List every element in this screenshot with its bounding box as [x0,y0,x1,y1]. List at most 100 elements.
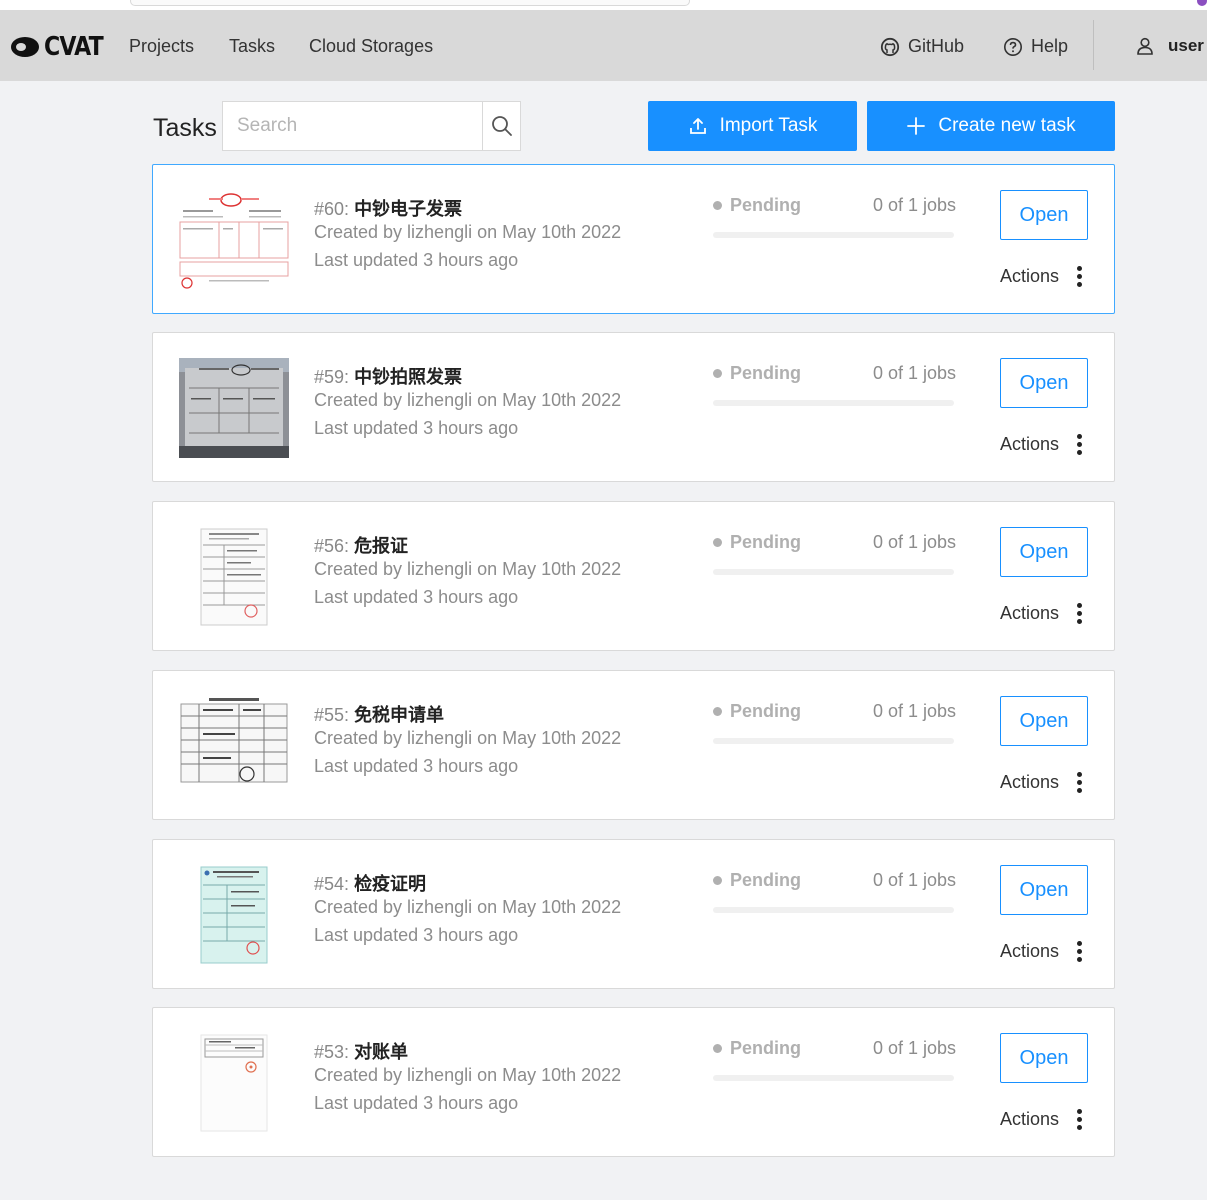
status-dot-icon [713,538,722,547]
import-task-button[interactable]: Import Task [648,101,857,151]
nav-projects[interactable]: Projects [129,36,194,57]
nav-tasks[interactable]: Tasks [229,36,275,57]
task-actions-menu[interactable]: Actions [1000,1109,1083,1130]
task-preview-image[interactable] [179,527,289,627]
search-button[interactable] [482,102,520,150]
task-actions-menu[interactable]: Actions [1000,603,1083,624]
task-status: Pending [713,870,801,891]
task-progress-bar [713,738,954,744]
header-divider [1093,20,1094,70]
task-id: #56: [314,536,350,556]
more-vertical-icon [1077,603,1083,624]
open-task-button[interactable]: Open [1000,865,1088,915]
jobs-count: 0 of 1 jobs [873,701,957,721]
task-name[interactable]: 中钞拍照发票 [354,367,462,387]
open-task-button[interactable]: Open [1000,696,1088,746]
actions-label: Actions [1000,1109,1060,1129]
create-task-button[interactable]: Create new task [867,101,1115,151]
search-icon [491,116,512,136]
task-id: #54: [314,874,350,894]
jobs-count: 0 of 1 jobs [873,532,957,552]
status-label: Pending [730,363,801,383]
more-vertical-icon [1077,434,1083,455]
task-title: #53: 对账单 [314,1038,408,1064]
task-card: #54: 检疫证明 Created by lizhengli on May 10… [152,839,1115,989]
task-card: #59: 中钞拍照发票 Created by lizhengli on May … [152,332,1115,482]
task-preview-image[interactable] [179,865,289,965]
github-label: GitHub [908,36,965,56]
open-task-button[interactable]: Open [1000,190,1088,240]
open-task-button[interactable]: Open [1000,1033,1088,1083]
task-search [222,101,521,151]
task-created: Created by lizhengli on May 10th 2022 [314,559,622,579]
task-actions-menu[interactable]: Actions [1000,772,1083,793]
status-dot-icon [713,1044,722,1053]
github-link[interactable]: GitHub [880,36,964,57]
more-vertical-icon [1077,941,1083,962]
task-actions-menu[interactable]: Actions [1000,266,1083,287]
open-task-button[interactable]: Open [1000,358,1088,408]
jobs-count: 0 of 1 jobs [873,363,957,383]
task-updated: Last updated 3 hours ago [314,250,519,270]
browser-profile-icon[interactable] [1197,0,1207,6]
status-label: Pending [730,870,801,890]
task-name[interactable]: 免税申请单 [354,705,444,725]
task-name[interactable]: 对账单 [354,1042,408,1062]
search-input[interactable] [223,102,482,150]
status-dot-icon [713,369,722,378]
status-label: Pending [730,701,801,721]
task-progress-bar [713,907,954,913]
task-title: #59: 中钞拍照发票 [314,363,462,389]
actions-label: Actions [1000,603,1060,623]
task-updated: Last updated 3 hours ago [314,1093,519,1113]
task-progress-bar [713,569,954,575]
task-preview-image[interactable] [179,1033,289,1133]
task-actions-menu[interactable]: Actions [1000,434,1083,455]
task-name[interactable]: 中钞电子发票 [354,199,462,219]
task-status: Pending [713,363,801,384]
task-preview-image[interactable] [179,696,289,796]
task-progress-bar [713,1075,954,1081]
task-updated: Last updated 3 hours ago [314,418,519,438]
task-updated: Last updated 3 hours ago [314,756,519,776]
more-vertical-icon [1077,266,1083,287]
task-title: #56: 危报证 [314,532,408,558]
status-label: Pending [730,1038,801,1058]
cvat-logo[interactable]: CVAT [10,32,113,62]
task-name[interactable]: 危报证 [354,536,408,556]
actions-label: Actions [1000,772,1060,792]
task-updated: Last updated 3 hours ago [314,925,519,945]
browser-strip [0,0,1207,10]
task-card: #55: 免税申请单 Created by lizhengli on May 1… [152,670,1115,820]
user-icon [1137,37,1153,55]
task-id: #53: [314,1042,350,1062]
task-title: #55: 免税申请单 [314,701,444,727]
github-icon [880,37,900,56]
user-menu[interactable]: user [1136,36,1204,56]
task-preview-image[interactable] [179,190,289,290]
task-actions-menu[interactable]: Actions [1000,941,1083,962]
status-dot-icon [713,707,722,716]
nav-cloud-storages[interactable]: Cloud Storages [309,36,433,57]
jobs-count: 0 of 1 jobs [873,195,957,215]
help-label: Help [1031,36,1069,56]
help-icon [1004,37,1022,56]
task-status: Pending [713,1038,801,1059]
task-title: #54: 检疫证明 [314,870,426,896]
open-task-button[interactable]: Open [1000,527,1088,577]
app-header: CVAT Projects Tasks Cloud Storages GitHu… [0,10,1207,81]
task-card: #56: 危报证 Created by lizhengli on May 10t… [152,501,1115,651]
create-task-label: Create new task [938,115,1076,136]
jobs-count: 0 of 1 jobs [873,870,957,890]
task-card: #53: 对账单 Created by lizhengli on May 10t… [152,1007,1115,1157]
task-id: #60: [314,199,350,219]
jobs-count: 0 of 1 jobs [873,1038,957,1058]
task-created: Created by lizhengli on May 10th 2022 [314,1065,622,1085]
task-name[interactable]: 检疫证明 [354,874,426,894]
task-progress-bar [713,232,954,238]
address-bar[interactable] [130,0,690,6]
task-preview-image[interactable] [179,358,289,458]
more-vertical-icon [1077,772,1083,793]
help-link[interactable]: Help [1003,36,1068,57]
cvat-eye-icon [11,37,39,57]
